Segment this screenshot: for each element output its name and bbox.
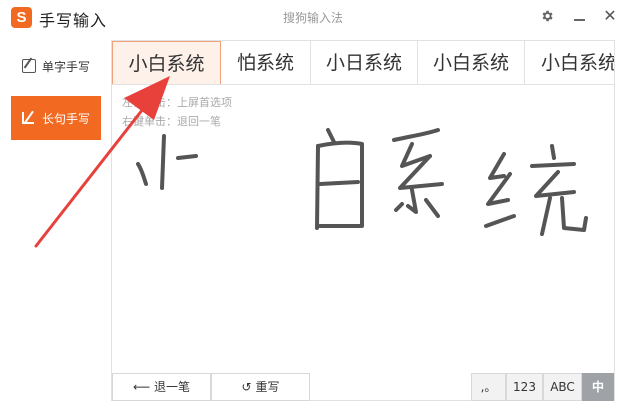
mode-punctuation[interactable]: ,。 bbox=[471, 373, 506, 401]
undo-label: 退一笔 bbox=[154, 380, 191, 394]
sidebar-item-label: 长句手写 bbox=[41, 111, 90, 126]
close-button[interactable]: ✕ bbox=[600, 6, 620, 26]
mode-sidebar: 单字手写 长句手写 bbox=[0, 40, 110, 412]
pen-icon bbox=[21, 111, 36, 125]
candidate-bar: 小白系统 怕系统 小日系统 小白系统 小白系统 bbox=[112, 41, 614, 85]
arrow-left-icon: ⟵ bbox=[132, 380, 151, 394]
handwriting-window: S 手写输入 搜狗输入法 ✕ 单字手写 长句手写 小白系统 怕系统 小日系统 小… bbox=[0, 0, 626, 412]
window-title: 搜狗输入法 bbox=[282, 11, 343, 25]
handwriting-strokes bbox=[136, 128, 588, 236]
mode-chinese[interactable]: 中 bbox=[582, 373, 614, 401]
bottom-toolbar: ⟵ 退一笔 ↺ 重写 ,。 123 ABC 中 bbox=[112, 373, 614, 401]
candidate-item[interactable]: 小白系统 bbox=[525, 41, 614, 84]
minimize-icon bbox=[574, 19, 585, 21]
edit-icon bbox=[21, 59, 36, 73]
close-icon: ✕ bbox=[603, 6, 617, 25]
minimize-button[interactable] bbox=[570, 6, 590, 26]
rewrite-label: 重写 bbox=[255, 380, 280, 394]
candidate-item[interactable]: 小白系统 bbox=[418, 41, 525, 84]
rewrite-button[interactable]: ↺ 重写 bbox=[211, 373, 310, 401]
candidate-item[interactable]: 小日系统 bbox=[311, 41, 418, 84]
hint-right-click: 右键单击：退回一笔 bbox=[122, 115, 221, 128]
mode-letters[interactable]: ABC bbox=[543, 373, 582, 401]
settings-button[interactable] bbox=[537, 6, 557, 26]
sidebar-item-label: 单字手写 bbox=[41, 59, 90, 74]
gear-icon bbox=[542, 10, 553, 22]
handwriting-canvas[interactable] bbox=[112, 86, 614, 374]
hint-left-click: 左键单击：上屏首选项 bbox=[122, 96, 232, 109]
writing-panel: 小白系统 怕系统 小日系统 小白系统 小白系统 左键单击：上屏首选项 右键单击：… bbox=[111, 40, 615, 401]
candidate-item[interactable]: 小白系统 bbox=[112, 41, 221, 84]
sidebar-item-single-char[interactable]: 单字手写 bbox=[11, 44, 101, 88]
sidebar-item-long-sentence[interactable]: 长句手写 bbox=[11, 96, 101, 140]
mode-number[interactable]: 123 bbox=[506, 373, 543, 401]
candidate-item[interactable]: 怕系统 bbox=[221, 41, 311, 84]
refresh-icon: ↺ bbox=[241, 380, 252, 394]
undo-stroke-button[interactable]: ⟵ 退一笔 bbox=[112, 373, 211, 401]
title-bar: S 手写输入 搜狗输入法 ✕ bbox=[0, 0, 626, 34]
